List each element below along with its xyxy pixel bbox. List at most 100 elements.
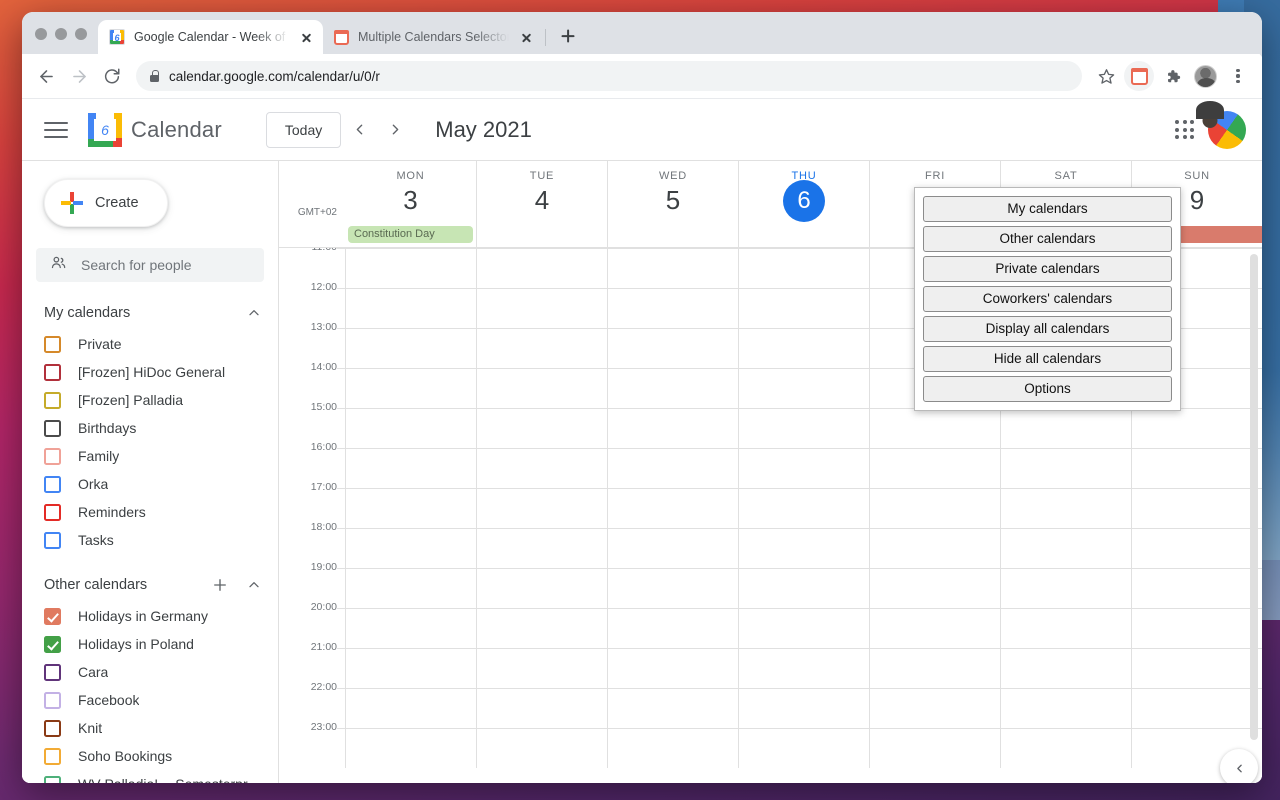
time-slot[interactable]	[607, 248, 738, 288]
profile-avatar-icon[interactable]	[1190, 61, 1220, 91]
calendar-checkbox[interactable]	[44, 747, 61, 765]
time-slot[interactable]	[1131, 608, 1262, 648]
time-slot[interactable]	[345, 528, 476, 568]
google-apps-grid-icon[interactable]	[1175, 120, 1194, 139]
time-slot[interactable]	[476, 448, 607, 488]
time-slot[interactable]	[1131, 528, 1262, 568]
day-header[interactable]: WED 5	[607, 161, 738, 224]
time-slot[interactable]	[607, 728, 738, 768]
calendar-list-item[interactable]: Facebook	[22, 686, 278, 714]
bookmark-star-icon[interactable]	[1091, 61, 1121, 91]
calendar-checkbox[interactable]	[44, 391, 61, 409]
all-day-cell[interactable]	[607, 224, 738, 247]
day-header[interactable]: THU 6	[738, 161, 869, 224]
time-slot[interactable]	[738, 568, 869, 608]
time-slot[interactable]	[1000, 568, 1131, 608]
all-day-cell[interactable]: Constitution Day	[345, 224, 476, 247]
time-slot[interactable]	[607, 688, 738, 728]
time-slot[interactable]	[1131, 488, 1262, 528]
browser-tab-1[interactable]: Multiple Calendars Selector for	[323, 20, 543, 54]
time-slot[interactable]	[476, 368, 607, 408]
maximize-window-button[interactable]	[75, 28, 87, 40]
forward-arrow-icon[interactable]	[64, 61, 94, 91]
time-slot[interactable]	[476, 648, 607, 688]
day-number[interactable]: 3	[345, 182, 476, 218]
popup-button-options[interactable]: Options	[923, 376, 1172, 402]
calendar-list-item[interactable]: [Frozen] HiDoc General	[22, 358, 278, 386]
time-slot[interactable]	[869, 608, 1000, 648]
calendar-list-item[interactable]: Holidays in Germany	[22, 602, 278, 630]
vertical-scrollbar[interactable]	[1250, 254, 1258, 740]
next-period-button[interactable]	[377, 112, 413, 148]
calendar-list-item[interactable]: Soho Bookings	[22, 742, 278, 770]
time-slot[interactable]	[345, 448, 476, 488]
time-slot[interactable]	[869, 408, 1000, 448]
calendar-list-item[interactable]: Tasks	[22, 526, 278, 554]
calendar-list-item[interactable]: Birthdays	[22, 414, 278, 442]
previous-period-button[interactable]	[341, 112, 377, 148]
popup-button-other-calendars[interactable]: Other calendars	[923, 226, 1172, 252]
time-slot[interactable]	[607, 608, 738, 648]
day-number[interactable]: 6	[783, 180, 825, 222]
time-slot[interactable]	[345, 248, 476, 288]
time-slot[interactable]	[1131, 648, 1262, 688]
browser-tab-0[interactable]: 6 Google Calendar - Week of 3 M	[98, 20, 323, 54]
close-tab-icon[interactable]	[298, 29, 315, 46]
time-slot[interactable]	[869, 488, 1000, 528]
calendar-checkbox[interactable]	[44, 663, 61, 681]
all-day-cell[interactable]	[476, 224, 607, 247]
time-slot[interactable]	[1000, 448, 1131, 488]
time-slot[interactable]	[869, 448, 1000, 488]
extensions-puzzle-icon[interactable]	[1157, 61, 1187, 91]
calendar-checkbox[interactable]	[44, 775, 61, 783]
create-button[interactable]: Create	[44, 179, 168, 227]
time-slot[interactable]	[1131, 568, 1262, 608]
calendar-checkbox[interactable]	[44, 635, 61, 653]
popup-button-my-calendars[interactable]: My calendars	[923, 196, 1172, 222]
popup-button-private-calendars[interactable]: Private calendars	[923, 256, 1172, 282]
section-header-other-calendars[interactable]: Other calendars	[22, 568, 278, 602]
calendar-list-item[interactable]: Reminders	[22, 498, 278, 526]
time-slot[interactable]	[345, 488, 476, 528]
time-slot[interactable]	[1000, 648, 1131, 688]
new-tab-button[interactable]	[554, 22, 582, 50]
calendar-list-item[interactable]: Holidays in Poland	[22, 630, 278, 658]
reload-icon[interactable]	[97, 61, 127, 91]
all-day-cell[interactable]	[738, 224, 869, 247]
popup-button-hide-all-calendars[interactable]: Hide all calendars	[923, 346, 1172, 372]
time-slot[interactable]	[345, 288, 476, 328]
account-avatar[interactable]	[1208, 110, 1246, 149]
time-slot[interactable]	[738, 248, 869, 288]
time-slot[interactable]	[869, 688, 1000, 728]
calendar-checkbox[interactable]	[44, 607, 61, 625]
time-slot[interactable]	[345, 648, 476, 688]
time-slot[interactable]	[738, 488, 869, 528]
calendar-checkbox[interactable]	[44, 719, 61, 737]
calendar-checkbox[interactable]	[44, 447, 61, 465]
time-slot[interactable]	[345, 688, 476, 728]
calendar-list-item[interactable]: Private	[22, 330, 278, 358]
calendar-list-item[interactable]: [Frozen] Palladia	[22, 386, 278, 414]
back-arrow-icon[interactable]	[31, 61, 61, 91]
time-slot[interactable]	[738, 328, 869, 368]
calendar-checkbox[interactable]	[44, 335, 61, 353]
time-slot[interactable]	[476, 488, 607, 528]
calendar-checkbox[interactable]	[44, 419, 61, 437]
calendar-checkbox[interactable]	[44, 503, 61, 521]
time-slot[interactable]	[607, 288, 738, 328]
chrome-menu-icon[interactable]	[1223, 61, 1253, 91]
time-slot[interactable]	[345, 368, 476, 408]
time-slot[interactable]	[1131, 408, 1262, 448]
day-number[interactable]: 5	[608, 182, 738, 218]
minimize-window-button[interactable]	[55, 28, 67, 40]
time-slot[interactable]	[869, 648, 1000, 688]
time-slot[interactable]	[1000, 408, 1131, 448]
time-slot[interactable]	[1000, 688, 1131, 728]
calendar-checkbox[interactable]	[44, 475, 61, 493]
time-slot[interactable]	[607, 568, 738, 608]
calendar-list-item[interactable]: Family	[22, 442, 278, 470]
time-slot[interactable]	[738, 288, 869, 328]
calendar-checkbox[interactable]	[44, 691, 61, 709]
day-number[interactable]: 4	[477, 182, 607, 218]
time-slot[interactable]	[476, 288, 607, 328]
